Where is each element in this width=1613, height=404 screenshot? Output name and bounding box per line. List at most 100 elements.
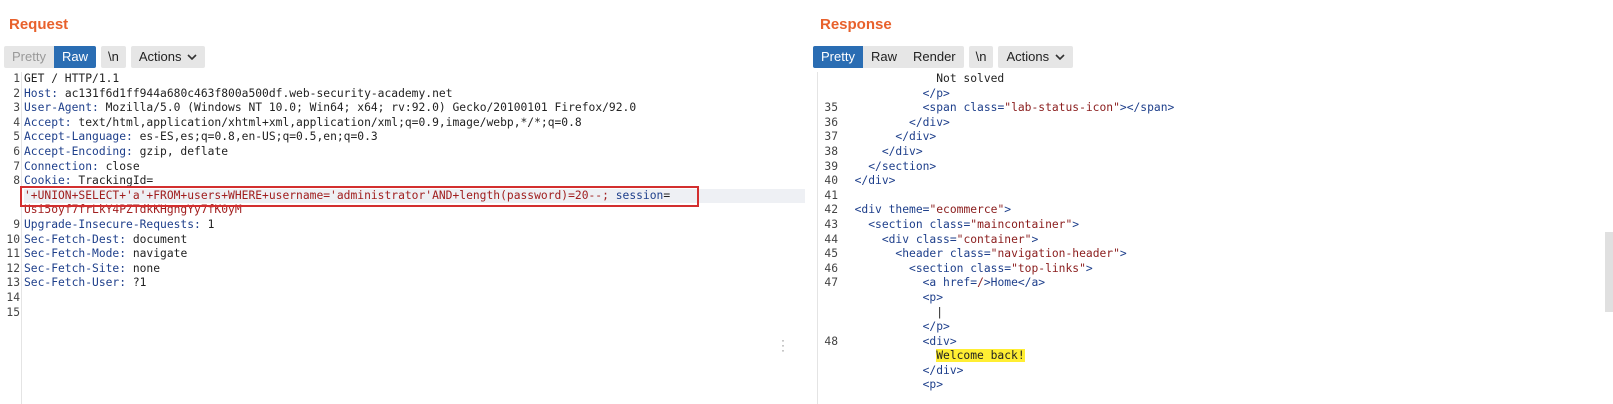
line-number: 14 [6, 290, 20, 304]
request-line: 10 Sec-Fetch-Dest: document [6, 232, 805, 248]
response-newline-toggle[interactable]: \n [968, 46, 994, 68]
header-name: Sec-Fetch-Site: [24, 261, 127, 275]
header-value: ac131f6d1ff944a680c463f800a500df.web-sec… [58, 86, 453, 100]
response-pretty-tab[interactable]: Pretty [813, 46, 863, 68]
request-line: 14 [6, 291, 805, 306]
header-value: ?1 [126, 276, 147, 290]
chevron-down-icon [187, 54, 198, 60]
request-toolbar: Pretty Raw \n Actions [4, 46, 206, 68]
line-number: 6 [13, 144, 20, 158]
html-tag-close: ></span> [1119, 101, 1175, 115]
response-raw-tab[interactable]: Raw [863, 46, 905, 68]
response-editor[interactable]: Not solved </p> 35 <span class="lab-statu… [817, 72, 1613, 404]
html-tag: </p> [922, 86, 950, 100]
line-number: 42 [824, 203, 838, 217]
attribute-value: "ecommerce" [929, 203, 1005, 217]
response-actions-menu[interactable]: Actions [998, 46, 1074, 68]
request-line: 1 GET / HTTP/1.1 [13, 72, 805, 87]
html-tag-open: <header [895, 247, 950, 261]
html-tag: </div> [922, 363, 964, 377]
request-newline-toggle[interactable]: \n [100, 46, 126, 68]
line-number: 39 [824, 159, 838, 173]
response-line: </p> [841, 87, 1613, 102]
response-line: | [841, 306, 1613, 321]
request-line: 13 Sec-Fetch-User: ?1 [6, 276, 805, 291]
request-pane: Request Pretty Raw \n Actions 1 GET / HTT… [0, 0, 805, 404]
request-title: Request [9, 16, 69, 33]
attribute-name: href [943, 276, 971, 290]
response-line: 44 <div class="container"> [824, 232, 1613, 248]
request-view-toggle: Pretty Raw [4, 46, 96, 68]
response-line: 35 <span class="lab-status-icon"></span> [824, 101, 1613, 116]
request-editor[interactable]: 1 GET / HTTP/1.1 2 Host: ac131f6d1ff944a680… [0, 72, 805, 404]
attribute-value: "container" [956, 232, 1032, 246]
response-toolbar: Pretty Raw Render \n Actions [813, 46, 1074, 68]
line-number: 43 [824, 217, 838, 231]
header-name: Upgrade-Insecure-Requests: [24, 217, 201, 231]
html-tag: </p> [922, 320, 950, 334]
request-code[interactable]: 1 GET / HTTP/1.1 2 Host: ac131f6d1ff944a680… [6, 72, 805, 321]
html-tag-close: >Home</a> [983, 276, 1046, 290]
html-tag-open: <div [881, 232, 916, 246]
attribute-equals: = [949, 232, 957, 246]
request-actions-menu[interactable]: Actions [130, 46, 206, 68]
request-raw-tab[interactable]: Raw [53, 46, 96, 68]
line-number: 46 [824, 261, 838, 275]
response-gutter-border [817, 72, 818, 404]
line-number: 13 [6, 276, 20, 290]
attribute-value: "top-links" [1011, 261, 1086, 275]
request-line: 5 Accept-Language: es-ES,es;q=0.8,en-US;q… [13, 130, 805, 145]
chevron-down-icon [1055, 54, 1065, 60]
attribute-equals: = [983, 247, 991, 261]
header-name: Sec-Fetch-Mode: [24, 247, 127, 261]
response-line: 38 </div> [824, 145, 1613, 160]
pane-resize-handle[interactable]: · · · [781, 334, 785, 356]
attribute-name: class [963, 101, 998, 115]
html-tag: <p> [922, 378, 944, 392]
html-tag: <p> [922, 290, 944, 304]
response-scrollbar[interactable] [1605, 232, 1613, 312]
line-number: 3 [13, 101, 20, 115]
request-line: 4 Accept: text/html,application/xhtml+xml… [13, 116, 805, 131]
header-name: Host: [24, 86, 59, 100]
html-tag: <div> [922, 334, 957, 348]
header-name: Connection: [24, 159, 99, 173]
attribute-value: "lab-status-icon" [1004, 101, 1120, 115]
html-tag-close: > [1119, 247, 1127, 261]
response-render-tab[interactable]: Render [905, 46, 964, 68]
request-pretty-tab[interactable]: Pretty [4, 46, 54, 68]
request-line: 3 User-Agent: Mozilla/5.0 (Windows NT 10.… [13, 101, 805, 116]
header-value: document [126, 232, 188, 246]
response-line: 43 <section class="maincontainer"> [824, 217, 1613, 233]
html-tag: </div> [854, 174, 896, 188]
header-name: Accept-Encoding: [24, 144, 133, 158]
html-tag: </section> [868, 159, 937, 173]
header-name: User-Agent: [24, 101, 99, 115]
response-line: <p> [841, 291, 1613, 306]
html-tag-open: <section [868, 217, 930, 231]
html-tag-open: <div [854, 203, 889, 217]
response-code[interactable]: Not solved </p> 35 <span class="lab-statu… [824, 72, 1613, 393]
line-number: 2 [13, 86, 20, 100]
request-line: 15 [6, 306, 805, 321]
attribute-value: "maincontainer" [970, 217, 1073, 231]
line-number: 35 [824, 101, 838, 115]
header-value: GET / HTTP/1.1 [24, 72, 120, 85]
header-value: gzip, deflate [132, 144, 229, 158]
html-tag-open: <span [922, 101, 964, 115]
attribute-value: "navigation-header" [990, 247, 1120, 261]
